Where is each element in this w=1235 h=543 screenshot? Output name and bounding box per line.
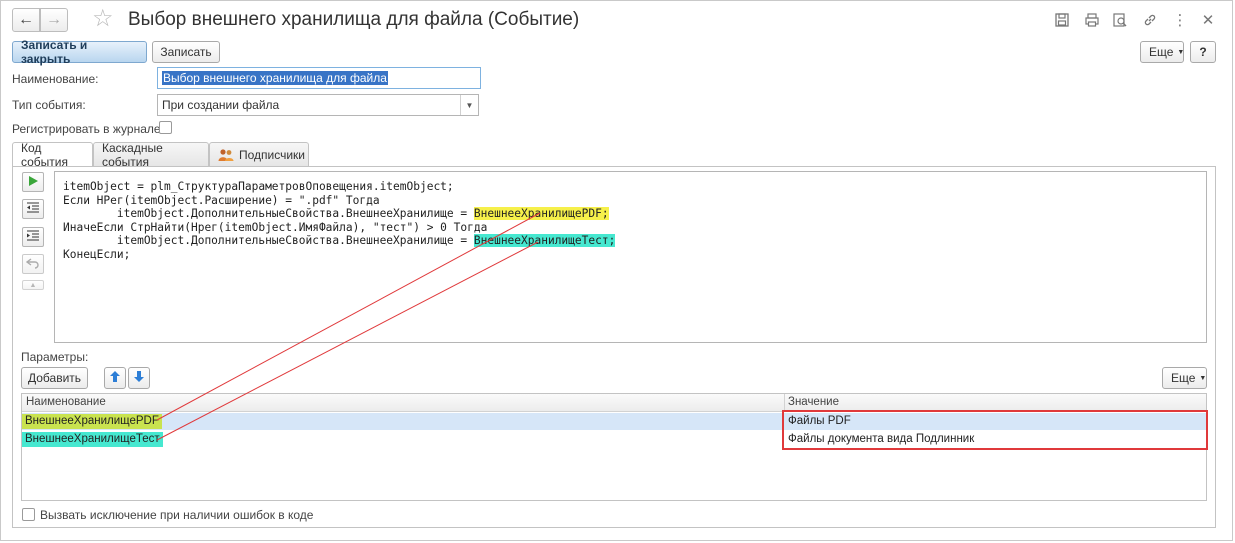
indent-icon <box>26 230 40 245</box>
code-line: КонецЕсли; <box>63 247 131 261</box>
chevron-down-icon: ▼ <box>1199 374 1207 382</box>
name-input[interactable]: Выбор внешнего хранилища для файла <box>157 67 481 89</box>
title-bar: ← → ☆ Выбор внешнего хранилища для файла… <box>0 0 1233 38</box>
users-icon <box>218 148 234 162</box>
code-line: itemObject.ДополнительныеСвойства.Внешне… <box>63 207 474 221</box>
link-icon[interactable] <box>1140 10 1160 30</box>
undo-button[interactable] <box>22 254 44 274</box>
raise-exception-label: Вызвать исключение при наличии ошибок в … <box>40 508 314 522</box>
add-param-button[interactable]: Добавить <box>21 367 88 389</box>
preview-icon[interactable] <box>1110 10 1130 30</box>
code-line: itemObject = plm_СтруктураПараметровОпов… <box>63 180 454 193</box>
indent-button[interactable] <box>22 227 44 247</box>
arrow-down-icon <box>133 370 145 386</box>
save-and-close-button[interactable]: Записать и закрыть <box>12 38 147 66</box>
event-type-value: При создании файла <box>162 98 280 112</box>
chevron-down-icon: ▼ <box>1177 48 1185 56</box>
name-label: Наименование: <box>12 72 99 86</box>
run-button[interactable] <box>22 172 44 192</box>
tab-label: Подписчики <box>239 147 306 162</box>
code-text: itemObject = plm_СтруктураПараметровОпов… <box>63 180 616 262</box>
chevron-up-icon: ▲ <box>29 281 37 289</box>
code-line: Если НРег(itemObject.Расширение) = ".pdf… <box>63 193 380 207</box>
code-line: ИначеЕсли СтрНайти(Нрег(itemObject.ИмяФа… <box>63 220 488 234</box>
print-icon[interactable] <box>1082 10 1102 30</box>
page-title: Выбор внешнего хранилища для файла (Собы… <box>128 9 580 30</box>
log-label: Регистрировать в журнале: <box>12 122 164 136</box>
column-header-name[interactable]: Наименование <box>26 396 106 408</box>
more-button[interactable]: Еще ▼ <box>1140 41 1184 63</box>
help-button[interactable]: ? <box>1190 41 1216 63</box>
tab-label: Каскадные события <box>102 140 163 169</box>
scroll-up-button[interactable]: ▲ <box>22 280 44 290</box>
back-button[interactable]: ← <box>12 8 40 32</box>
param-name-cell: ВнешнееХранилищеТест <box>22 432 163 447</box>
code-editor[interactable]: itemObject = plm_СтруктураПараметровОпов… <box>54 171 1207 343</box>
forward-button[interactable]: → <box>40 8 68 32</box>
event-type-label: Тип события: <box>12 98 86 112</box>
tab-label: Код события <box>21 141 69 169</box>
event-type-select[interactable]: При создании файла ▼ <box>157 94 479 116</box>
outdent-icon <box>26 202 40 217</box>
code-line: itemObject.ДополнительныеСвойства.Внешне… <box>63 234 474 248</box>
raise-exception-checkbox[interactable] <box>22 508 35 521</box>
name-input-value: Выбор внешнего хранилища для файла <box>162 71 388 85</box>
more-vertical-icon[interactable]: ⋮ <box>1170 10 1190 30</box>
code-highlight-pdf: ВнешнееХранилищеPDF; <box>473 207 609 221</box>
arrow-left-icon: ← <box>18 11 34 28</box>
move-up-button[interactable] <box>104 367 126 389</box>
tab-event-code[interactable]: Код события <box>12 141 93 169</box>
params-more-button[interactable]: Еще ▼ <box>1162 367 1207 389</box>
tab-subscribers[interactable]: Подписчики <box>209 142 309 166</box>
log-checkbox[interactable] <box>159 121 172 134</box>
column-header-value[interactable]: Значение <box>788 396 839 408</box>
params-more-label: Еще <box>1171 371 1196 385</box>
play-icon <box>27 175 39 190</box>
param-name-cell: ВнешнееХранилищеPDF <box>22 414 162 429</box>
outdent-button[interactable] <box>22 199 44 219</box>
code-highlight-test: ВнешнееХранилищеТест; <box>473 234 616 248</box>
more-button-label: Еще <box>1149 45 1174 59</box>
chevron-down-icon[interactable]: ▼ <box>460 95 478 115</box>
params-title: Параметры: <box>21 350 89 364</box>
undo-icon <box>25 257 40 272</box>
save-button[interactable]: Записать <box>152 41 220 63</box>
move-down-button[interactable] <box>128 367 150 389</box>
tab-cascade-events[interactable]: Каскадные события <box>93 140 209 169</box>
star-icon[interactable]: ☆ <box>92 6 114 32</box>
annotation-box <box>782 410 1208 450</box>
close-icon[interactable]: ✕ <box>1198 10 1218 30</box>
save-disk-icon[interactable] <box>1052 10 1072 30</box>
arrow-right-icon: → <box>46 11 62 28</box>
arrow-up-icon <box>109 370 121 386</box>
